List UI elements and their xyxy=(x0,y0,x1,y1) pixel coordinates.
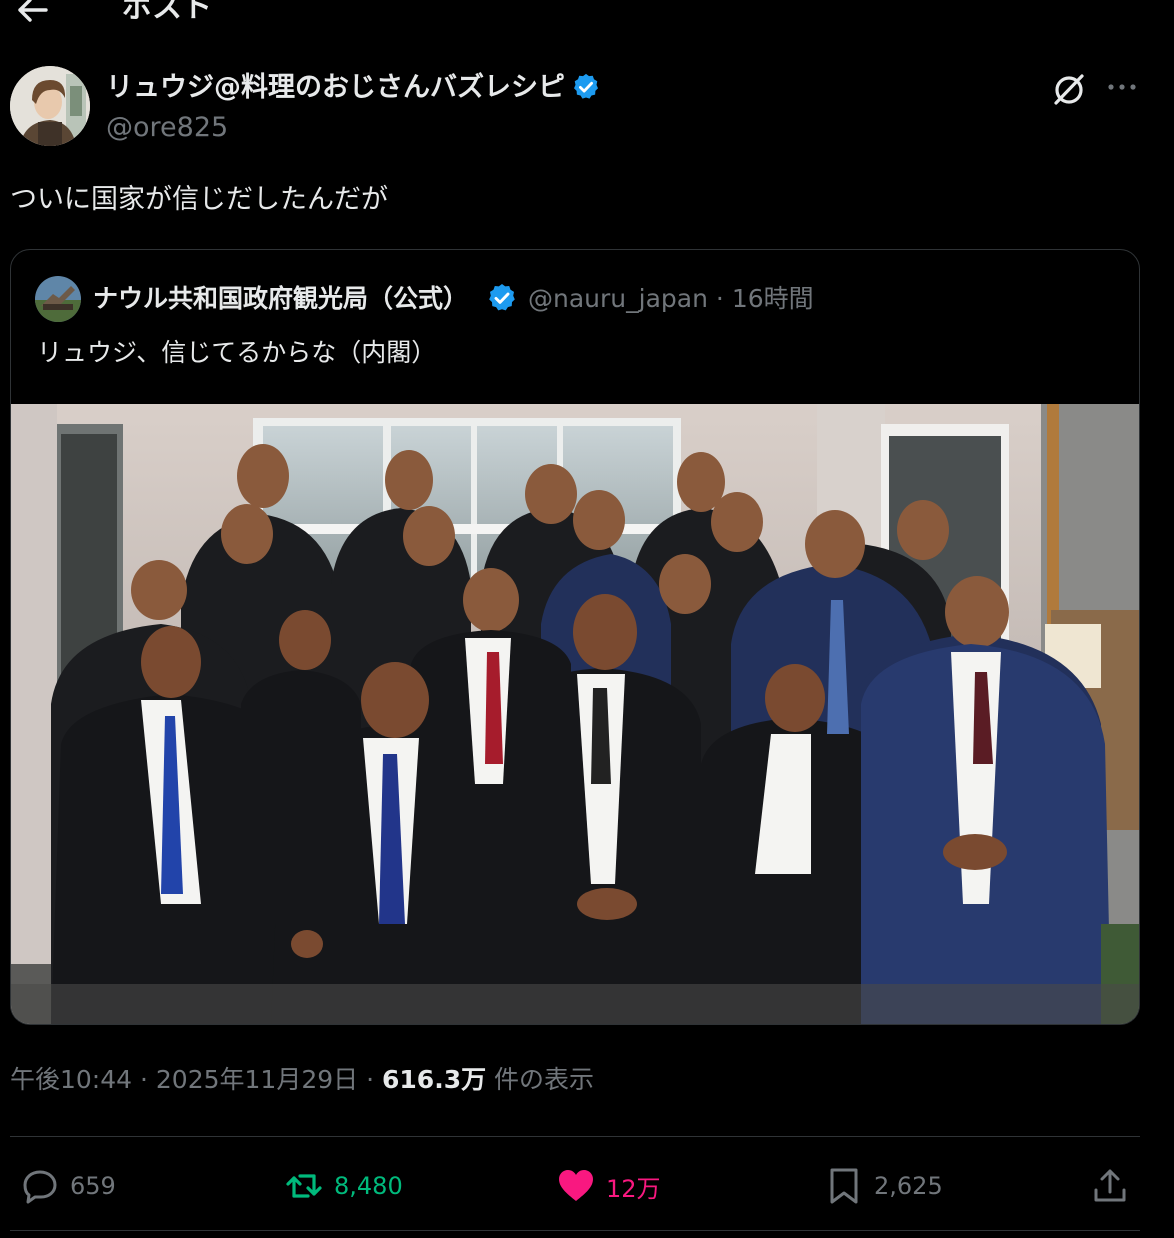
bookmark-count: 2,625 xyxy=(874,1172,943,1200)
author-handle[interactable]: @ore825 xyxy=(106,108,228,148)
reply-button[interactable]: 659 xyxy=(20,1164,116,1208)
quoted-post-photo[interactable] xyxy=(11,404,1139,1024)
quoted-post-header: ナウル共和国政府観光局（公式） @nauru_japan · 16時間 xyxy=(93,278,814,320)
quoted-post[interactable]: ナウル共和国政府観光局（公式） @nauru_japan · 16時間 リュウジ… xyxy=(10,249,1140,1025)
post-time[interactable]: 午後10:44 xyxy=(10,1065,132,1094)
quoted-verified-badge-icon xyxy=(489,284,515,311)
quoted-post-text: リュウジ、信じてるからな（内閣） xyxy=(37,338,437,367)
author-name[interactable]: リュウジ@料理のおじさんバズレシピ xyxy=(106,68,601,108)
quoted-separator: · xyxy=(715,284,724,313)
back-arrow-icon[interactable] xyxy=(12,0,52,28)
reply-icon xyxy=(23,1170,57,1204)
retweet-count: 8,480 xyxy=(334,1172,403,1200)
author-name-text: リュウジ@料理のおじさんバズレシピ xyxy=(106,72,565,103)
view-count: 616.3万 xyxy=(382,1065,487,1094)
verified-badge-icon xyxy=(574,73,598,99)
quoted-author-handle[interactable]: @nauru_japan xyxy=(528,284,708,313)
post-meta: 午後10:44 · 2025年11月29日 · 616.3万 件の表示 xyxy=(10,1058,594,1102)
share-button[interactable] xyxy=(1090,1164,1140,1208)
grok-icon[interactable] xyxy=(1050,70,1088,108)
like-button[interactable]: 12万 xyxy=(556,1164,661,1208)
top-header: ポスト xyxy=(0,0,1174,34)
view-label: 件の表示 xyxy=(486,1065,595,1094)
share-icon xyxy=(1094,1169,1126,1202)
post-detail-page: ポスト リュウジ@料理のおじさんバズレシピ @ore825 ついに国家が信じだし… xyxy=(0,0,1174,1238)
author-avatar[interactable] xyxy=(10,66,90,146)
quoted-timestamp[interactable]: 16時間 xyxy=(732,284,814,313)
meta-separator: · xyxy=(140,1065,148,1094)
retweet-button[interactable]: 8,480 xyxy=(284,1164,403,1208)
more-options-icon[interactable] xyxy=(1104,74,1140,100)
post-text: ついに国家が信じだしたんだが xyxy=(10,184,388,215)
like-count: 12万 xyxy=(606,1174,661,1203)
bookmark-button[interactable]: 2,625 xyxy=(824,1164,943,1208)
bookmark-icon xyxy=(830,1168,858,1204)
retweet-icon xyxy=(286,1174,322,1198)
action-bar: 659 8,480 12万 2,625 xyxy=(0,1150,1174,1220)
heart-filled-icon xyxy=(559,1170,593,1201)
quoted-author-avatar[interactable] xyxy=(35,276,81,322)
divider xyxy=(10,1136,1140,1137)
divider xyxy=(10,1230,1140,1231)
page-title: ポスト xyxy=(122,0,212,25)
reply-count: 659 xyxy=(70,1172,116,1200)
post-date[interactable]: 2025年11月29日 xyxy=(156,1065,358,1094)
meta-separator: · xyxy=(366,1065,375,1094)
quoted-author-name[interactable]: ナウル共和国政府観光局（公式） xyxy=(93,284,468,313)
